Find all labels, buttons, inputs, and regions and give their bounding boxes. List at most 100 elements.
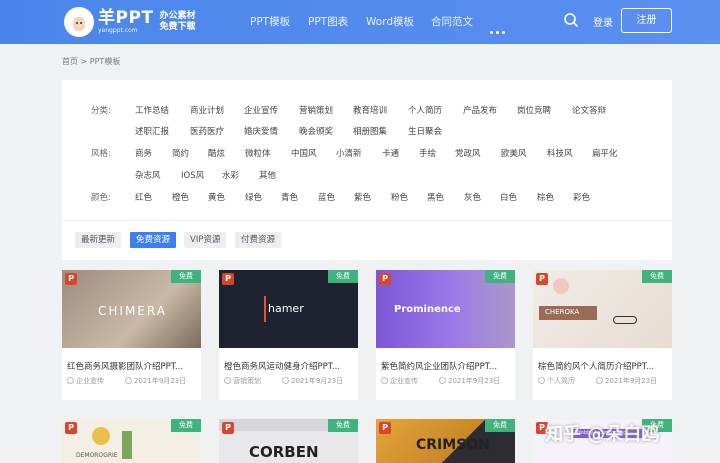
free-badge: 免费: [642, 270, 672, 283]
card-title[interactable]: 紫色简约风企业团队介绍PPT...: [381, 360, 511, 372]
category-item[interactable]: 述职汇报: [135, 125, 169, 137]
ppt-file-icon: P: [379, 422, 391, 434]
category-item[interactable]: 晚会颁奖: [299, 125, 333, 137]
card-title[interactable]: 红色商务风摄影团队介绍PPT...: [67, 360, 197, 372]
card-meta: 营销策划 2021年9月23日: [224, 376, 343, 386]
category-item[interactable]: 论文答辩: [572, 104, 606, 116]
tab-latest[interactable]: 最新更新: [75, 232, 122, 248]
color-item[interactable]: 紫色: [354, 191, 371, 203]
card-tag[interactable]: 企业宣传: [390, 377, 418, 385]
style-item[interactable]: 微粒体: [245, 147, 271, 159]
category-label: 分类:: [91, 106, 111, 116]
color-item[interactable]: 棕色: [537, 191, 554, 203]
free-badge: 免费: [485, 419, 515, 432]
ppt-file-icon: P: [222, 273, 234, 285]
category-item[interactable]: 生日聚会: [408, 125, 442, 137]
style-item[interactable]: 中国风: [291, 147, 317, 159]
ppt-file-icon: P: [536, 273, 548, 285]
tag-icon: [67, 377, 74, 384]
tab-free[interactable]: 免费资源: [130, 232, 177, 248]
more-dots-icon[interactable]: [490, 19, 508, 34]
category-item[interactable]: 医药医疗: [190, 125, 224, 137]
style-item[interactable]: 水彩: [222, 169, 239, 181]
clock-icon: [282, 377, 289, 384]
style-item[interactable]: 杂志风: [135, 169, 161, 181]
color-item[interactable]: 粉色: [391, 191, 408, 203]
clock-icon: [439, 377, 446, 384]
category-item[interactable]: 营销策划: [299, 104, 333, 116]
style-item[interactable]: 简约: [172, 147, 189, 159]
style-item[interactable]: 小清新: [336, 147, 362, 159]
style-item[interactable]: 酷炫: [208, 147, 225, 159]
color-item[interactable]: 蓝色: [318, 191, 335, 203]
card-date: 2021年9月23日: [448, 377, 501, 385]
card-tag[interactable]: 营销策划: [233, 377, 261, 385]
free-badge: 免费: [328, 419, 358, 432]
category-item[interactable]: 婚庆爱情: [244, 125, 278, 137]
nav-word-templates[interactable]: Word模板: [366, 14, 414, 29]
ppt-file-icon: P: [379, 273, 391, 285]
nav-ppt-templates[interactable]: PPT模板: [250, 14, 290, 29]
card-date: 2021年9月23日: [605, 377, 658, 385]
login-link[interactable]: 登录: [593, 14, 613, 29]
category-item[interactable]: 企业宣传: [244, 104, 278, 116]
category-item[interactable]: 相册图集: [353, 125, 387, 137]
style-item[interactable]: 其他: [259, 169, 276, 181]
card-tag[interactable]: 个人简历: [547, 377, 575, 385]
ppt-file-icon: P: [65, 422, 77, 434]
tab-vip[interactable]: VIP资源: [184, 232, 227, 248]
template-card[interactable]: CHEROKA P 免费 棕色简约风个人简历介绍PPT... 个人简历 2021年…: [533, 270, 672, 400]
style-item[interactable]: 科技风: [547, 147, 573, 159]
category-item[interactable]: 商业计划: [190, 104, 224, 116]
color-item[interactable]: 红色: [135, 191, 152, 203]
template-card[interactable]: CHIMERA P 免费 红色商务风摄影团队介绍PPT... 企业宣传 2021年…: [62, 270, 201, 400]
color-item[interactable]: 青色: [281, 191, 298, 203]
template-card[interactable]: hamer P 免费 橙色商务风运动健身介绍PPT... 营销策划 2021年9月…: [219, 270, 358, 400]
breadcrumb: 首页 > PPT模板: [62, 57, 121, 66]
style-item[interactable]: 党政风: [455, 147, 481, 159]
nav-ppt-charts[interactable]: PPT图表: [308, 14, 348, 29]
thumb-title: hamer: [268, 302, 304, 315]
tag-icon: [224, 377, 231, 384]
color-item[interactable]: 橙色: [172, 191, 189, 203]
color-item[interactable]: 黑色: [427, 191, 444, 203]
thumb-title: CHIMERA: [98, 304, 167, 318]
color-item[interactable]: 灰色: [464, 191, 481, 203]
category-item[interactable]: 工作总结: [135, 104, 169, 116]
free-badge: 免费: [328, 270, 358, 283]
color-item[interactable]: 绿色: [245, 191, 262, 203]
register-button[interactable]: 注册: [621, 8, 672, 33]
style-item[interactable]: 手绘: [419, 147, 436, 159]
ppt-file-icon: P: [222, 422, 234, 434]
tag-icon: [381, 377, 388, 384]
divider: [62, 220, 672, 221]
color-item[interactable]: 彩色: [573, 191, 590, 203]
free-badge: 免费: [171, 419, 201, 432]
color-item[interactable]: 黄色: [208, 191, 225, 203]
card-date: 2021年9月23日: [134, 377, 187, 385]
color-item[interactable]: 白色: [500, 191, 517, 203]
card-title[interactable]: 橙色商务风运动健身介绍PPT...: [224, 360, 354, 372]
search-icon[interactable]: [563, 12, 579, 28]
template-card[interactable]: CORBEN P 免费: [219, 419, 358, 463]
card-meta: 企业宣传 2021年9月23日: [381, 376, 500, 386]
style-item[interactable]: 卡通: [382, 147, 399, 159]
tab-paid[interactable]: 付费资源: [235, 232, 282, 248]
style-item[interactable]: IOS风: [181, 169, 204, 181]
color-label: 颜色:: [91, 193, 111, 203]
clock-icon: [125, 377, 132, 384]
category-item[interactable]: 个人简历: [408, 104, 442, 116]
style-item[interactable]: 商务: [135, 147, 152, 159]
template-card[interactable]: CRIMSON P 免费: [376, 419, 515, 463]
style-item[interactable]: 欧美风: [501, 147, 527, 159]
template-card[interactable]: Prominence P 免费 紫色简约风企业团队介绍PPT... 企业宣传 20…: [376, 270, 515, 400]
category-item[interactable]: 岗位竞聘: [517, 104, 551, 116]
card-title[interactable]: 棕色简约风个人简历介绍PPT...: [538, 360, 668, 372]
card-tag[interactable]: 企业宣传: [76, 377, 104, 385]
category-item[interactable]: 教育培训: [353, 104, 387, 116]
nav-contracts[interactable]: 合同范文: [431, 14, 473, 29]
clock-icon: [596, 377, 603, 384]
style-item[interactable]: 扁平化: [592, 147, 618, 159]
template-card[interactable]: DEMOROGRIE P 免费: [62, 419, 201, 463]
category-item[interactable]: 产品发布: [463, 104, 497, 116]
